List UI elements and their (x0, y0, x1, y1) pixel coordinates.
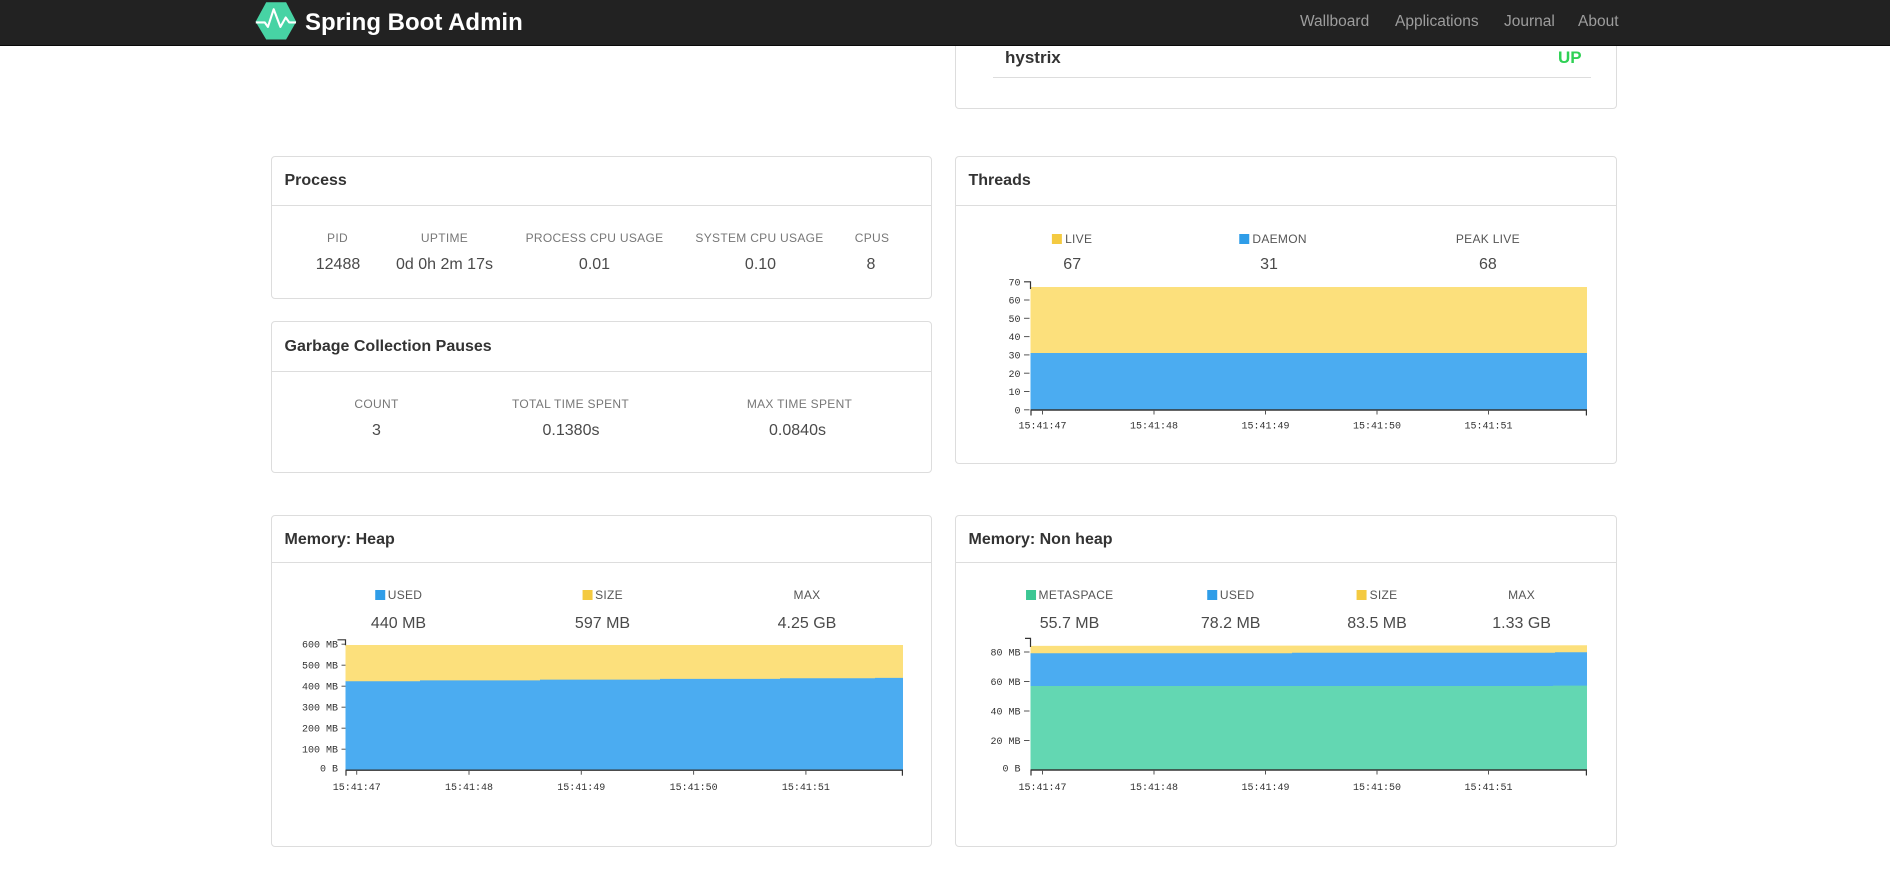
svg-text:80 MB: 80 MB (990, 649, 1020, 660)
svg-text:15:41:50: 15:41:50 (1353, 783, 1401, 794)
svg-text:300 MB: 300 MB (302, 704, 338, 715)
svg-text:70: 70 (1008, 278, 1020, 289)
svg-text:0: 0 (1014, 406, 1020, 417)
svg-text:0 B: 0 B (320, 765, 338, 776)
svg-text:20 MB: 20 MB (990, 737, 1020, 748)
svg-text:400 MB: 400 MB (302, 683, 338, 694)
svg-text:40 MB: 40 MB (990, 708, 1020, 719)
svg-text:600 MB: 600 MB (302, 641, 338, 652)
svg-text:15:41:49: 15:41:49 (557, 783, 605, 794)
svg-text:15:41:51: 15:41:51 (782, 783, 830, 794)
svg-text:15:41:47: 15:41:47 (1018, 422, 1066, 433)
svg-text:15:41:50: 15:41:50 (670, 783, 718, 794)
svg-text:500 MB: 500 MB (302, 662, 338, 673)
svg-text:20: 20 (1008, 370, 1020, 381)
svg-text:15:41:51: 15:41:51 (1464, 783, 1512, 794)
svg-text:200 MB: 200 MB (302, 725, 338, 736)
svg-text:0 B: 0 B (1002, 764, 1020, 775)
svg-text:15:41:47: 15:41:47 (333, 783, 381, 794)
svg-text:15:41:49: 15:41:49 (1241, 422, 1289, 433)
svg-text:40: 40 (1008, 333, 1020, 344)
svg-text:15:41:48: 15:41:48 (1130, 422, 1178, 433)
svg-text:30: 30 (1008, 352, 1020, 363)
svg-text:15:41:49: 15:41:49 (1241, 783, 1289, 794)
svg-text:15:41:47: 15:41:47 (1018, 783, 1066, 794)
svg-text:50: 50 (1008, 315, 1020, 326)
svg-text:15:41:50: 15:41:50 (1353, 422, 1401, 433)
svg-text:15:41:51: 15:41:51 (1464, 422, 1512, 433)
svg-text:15:41:48: 15:41:48 (445, 783, 493, 794)
svg-text:100 MB: 100 MB (302, 746, 338, 757)
svg-text:15:41:48: 15:41:48 (1130, 783, 1178, 794)
svg-text:10: 10 (1008, 388, 1020, 399)
svg-text:60 MB: 60 MB (990, 678, 1020, 689)
svg-text:60: 60 (1008, 297, 1020, 308)
